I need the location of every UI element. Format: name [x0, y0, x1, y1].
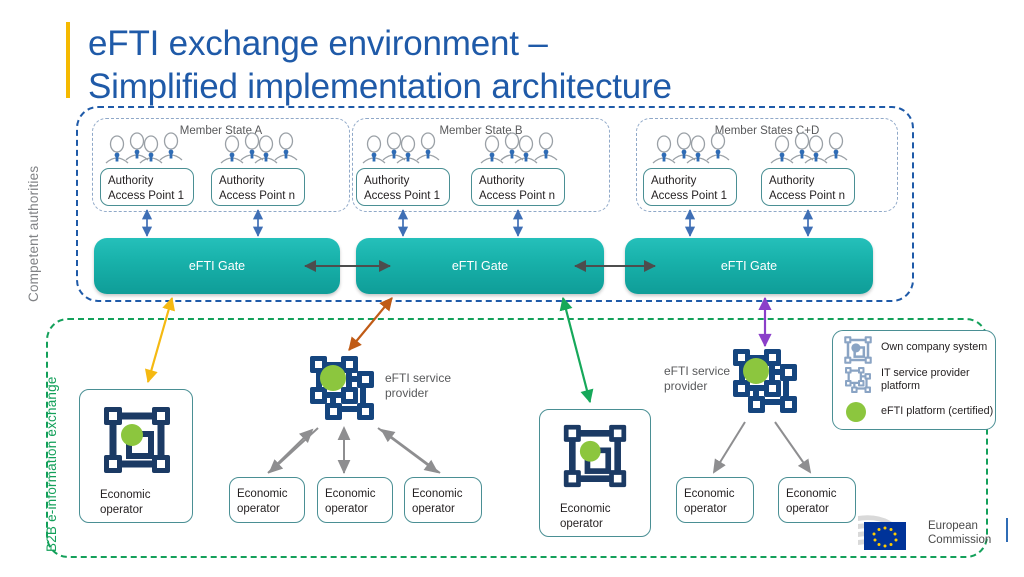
economic-operator-label: Economic operator: [100, 488, 151, 517]
legend-line-1: eFTI platform (certified): [881, 405, 994, 417]
economic-operator-label: Economic operator: [786, 487, 837, 516]
ap-line-1: Authority: [479, 175, 525, 187]
it-service-provider-icon: [728, 344, 802, 418]
efti-gate-cd[interactable]: eFTI Gate: [625, 238, 873, 294]
op-line-1: Economic: [325, 488, 376, 500]
authority-access-point-a1[interactable]: Authority Access Point 1: [100, 168, 194, 206]
authority-people-icon: [103, 132, 188, 165]
op-line-1: Economic: [237, 488, 288, 500]
ap-line-1: Authority: [651, 175, 697, 187]
legend-line-1: Own company system: [881, 341, 988, 353]
diagram-canvas: eFTI exchange environment – Simplified i…: [0, 0, 1024, 577]
page-title-line-1: eFTI exchange environment –: [88, 24, 548, 63]
authority-people-icon: [650, 132, 735, 165]
legend-panel: Own company system IT service provider p…: [832, 330, 996, 430]
efti-service-provider-label-right: eFTI service provider: [664, 364, 730, 394]
sp-line-1: eFTI service: [385, 371, 452, 385]
authority-access-point-bn[interactable]: Authority Access Point n: [471, 168, 565, 206]
competent-authorities-label: Competent authorities: [26, 165, 41, 302]
op-line-2: operator: [786, 502, 829, 515]
op-line-2: operator: [684, 502, 727, 515]
economic-operator-label: Economic operator: [325, 487, 376, 516]
economic-operator-box[interactable]: Economic operator: [229, 477, 305, 523]
economic-operator-label: Economic operator: [412, 487, 463, 516]
ap-line-2: Access Point 1: [364, 189, 441, 202]
legend-item-own-company-system: [841, 335, 875, 365]
legend-label-it-service-provider: IT service provider platform: [881, 367, 970, 393]
ap-line-1: Authority: [364, 175, 410, 187]
economic-operator-box[interactable]: Economic operator: [404, 477, 482, 523]
economic-operator-box[interactable]: Economic operator: [676, 477, 754, 523]
ap-line-2: Access Point n: [769, 189, 846, 202]
legend-item-efti-platform: [845, 401, 867, 423]
economic-operator-label: Economic operator: [560, 502, 611, 531]
legend-line-1: IT service provider: [881, 367, 970, 379]
ap-line-1: Authority: [108, 175, 154, 187]
economic-operator-own-system-left[interactable]: Economic operator: [79, 389, 193, 523]
efti-gate-b[interactable]: eFTI Gate: [356, 238, 604, 294]
op-line-2: operator: [237, 502, 280, 515]
it-service-provider-icon: [305, 351, 379, 425]
ec-logo-divider: [1006, 518, 1008, 542]
legend-label-efti-platform: eFTI platform (certified): [881, 405, 993, 418]
economic-operator-own-system-middle[interactable]: Economic operator: [539, 409, 651, 537]
authority-people-icon: [218, 132, 303, 165]
authority-people-icon: [768, 132, 853, 165]
sp-line-2: provider: [664, 379, 708, 393]
legend-item-it-service-provider: [841, 365, 875, 395]
op-line-1: Economic: [684, 488, 735, 500]
ec-line-1: European: [928, 520, 978, 532]
own-company-system-icon: [561, 422, 629, 490]
page-title: eFTI exchange environment – Simplified i…: [88, 22, 808, 108]
ap-line-2: Access Point n: [219, 189, 296, 202]
legend-label-own-company-system: Own company system: [881, 341, 987, 354]
economic-operator-box[interactable]: Economic operator: [317, 477, 393, 523]
efti-gate-label: eFTI Gate: [188, 259, 246, 273]
op-line-2: operator: [325, 502, 368, 515]
authority-access-point-an[interactable]: Authority Access Point n: [211, 168, 305, 206]
efti-service-provider-label-left: eFTI service provider: [385, 371, 451, 401]
op-line-1: Economic: [412, 488, 463, 500]
ap-line-1: Authority: [219, 175, 265, 187]
b2b-exchange-label: B2B e-information exchange: [44, 376, 59, 552]
efti-gate-label: eFTI Gate: [720, 259, 778, 273]
authority-access-point-cdn[interactable]: Authority Access Point n: [761, 168, 855, 206]
authority-people-icon: [478, 132, 563, 165]
sp-line-2: provider: [385, 386, 429, 400]
ap-line-2: Access Point 1: [651, 189, 728, 202]
authority-access-point-b1[interactable]: Authority Access Point 1: [356, 168, 450, 206]
own-company-system-icon: [844, 336, 872, 364]
op-line-2: operator: [560, 517, 603, 530]
european-commission-text: European Commission: [928, 520, 991, 547]
economic-operator-label: Economic operator: [237, 487, 288, 516]
title-accent-bar: [66, 22, 70, 98]
legend-line-2: platform: [881, 380, 921, 392]
ap-line-2: Access Point n: [479, 189, 556, 202]
op-line-1: Economic: [560, 503, 611, 515]
economic-operator-label: Economic operator: [684, 487, 735, 516]
op-line-1: Economic: [100, 489, 151, 501]
efti-gate-label: eFTI Gate: [451, 259, 509, 273]
op-line-2: operator: [412, 502, 455, 515]
it-service-provider-icon: [845, 367, 871, 393]
own-company-system-icon: [101, 404, 173, 476]
authority-people-icon: [360, 132, 445, 165]
green-dot-icon: [846, 402, 866, 422]
ec-line-2: Commission: [928, 533, 992, 546]
page-title-line-2: Simplified implementation architecture: [88, 67, 672, 106]
economic-operator-box[interactable]: Economic operator: [778, 477, 856, 523]
ap-line-1: Authority: [769, 175, 815, 187]
european-commission-logo: European Commission: [856, 508, 1016, 562]
op-line-2: operator: [100, 503, 143, 516]
efti-gate-a[interactable]: eFTI Gate: [94, 238, 340, 294]
authority-access-point-cd1[interactable]: Authority Access Point 1: [643, 168, 737, 206]
op-line-1: Economic: [786, 488, 837, 500]
ap-line-2: Access Point 1: [108, 189, 185, 202]
sp-line-1: eFTI service: [664, 364, 731, 378]
